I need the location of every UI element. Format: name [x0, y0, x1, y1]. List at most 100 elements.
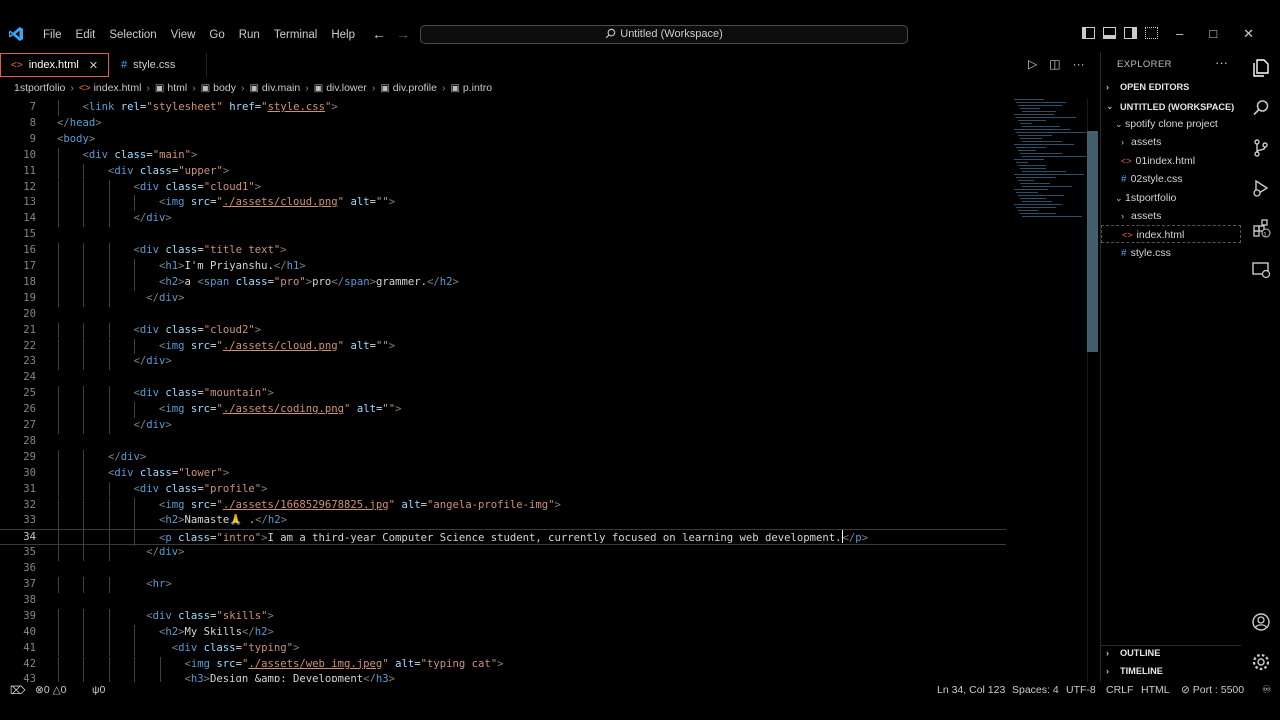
menu-run[interactable]: Run	[232, 27, 267, 43]
explorer-icon[interactable]	[1251, 58, 1271, 78]
run-icon[interactable]: ▷	[1028, 57, 1037, 71]
tree-item[interactable]: › assets	[1101, 207, 1241, 225]
code-line[interactable]: 32 <img src="./assets/1668529678825.jpg" …	[0, 497, 1010, 514]
menu-help[interactable]: Help	[324, 27, 362, 43]
code-line[interactable]: 22 <img src="./assets/cloud.png" alt="">	[0, 338, 1010, 355]
forward-arrow-icon[interactable]: →	[396, 26, 410, 42]
code-line[interactable]: 21 <div class="cloud2">	[0, 322, 1010, 339]
breadcrumb-item[interactable]: div.main	[262, 82, 300, 94]
code-line[interactable]: 29 </div>	[0, 449, 1010, 466]
indentation[interactable]: Spaces: 4	[1012, 684, 1059, 696]
code-line[interactable]: 17 <h1>I'm Priyanshu.</h1>	[0, 259, 1010, 275]
notifications-bell-icon[interactable]: ♾	[1262, 684, 1271, 696]
code-line[interactable]: 38	[0, 593, 1010, 609]
code-line[interactable]: 26 <img src="./assets/coding.png" alt="">	[0, 402, 1010, 418]
breadcrumb-item[interactable]: 1stportfolio	[14, 82, 65, 94]
customize-layout-icon[interactable]	[1145, 27, 1158, 39]
cursor-position[interactable]: Ln 34, Col 123	[937, 684, 1005, 696]
remote-indicator-icon[interactable]: ⌦	[10, 684, 26, 697]
tree-item[interactable]: #02style.css	[1101, 170, 1241, 188]
code-line[interactable]: 18 <h2>a <span class="pro">pro</span>gram…	[0, 274, 1010, 291]
code-line[interactable]: 36	[0, 561, 1010, 577]
toggle-panel-icon[interactable]	[1103, 27, 1116, 39]
code-line[interactable]: 11 <div class="upper">	[0, 163, 1010, 180]
remote-explorer-icon[interactable]	[1251, 260, 1271, 280]
live-server-port[interactable]: ⊘ Port : 5500	[1181, 684, 1244, 696]
code-line[interactable]: 19 </div>	[0, 290, 1010, 307]
code-line[interactable]: 7 <link rel="stylesheet" href="style.css"…	[0, 100, 1010, 116]
code-line[interactable]: 14 </div>	[0, 211, 1010, 228]
restore-icon[interactable]: □	[1209, 26, 1217, 42]
tree-item[interactable]: # style.css	[1101, 244, 1241, 262]
code-line[interactable]: 15	[0, 227, 1010, 243]
menu-file[interactable]: File	[36, 27, 69, 43]
toggle-secondary-sidebar-icon[interactable]	[1124, 27, 1137, 39]
code-line[interactable]: 12 <div class="cloud1">	[0, 179, 1010, 196]
scrollbar-thumb[interactable]	[1087, 131, 1098, 352]
tree-item[interactable]: ⌄ spotify clone project	[1101, 115, 1241, 133]
outline-section[interactable]: › OUTLINE	[1106, 648, 1160, 658]
code-line[interactable]: 24	[0, 370, 1010, 386]
tree-item[interactable]: ⌄ 1stportfolio	[1101, 189, 1241, 207]
code-line-current[interactable]: 34 <p class="intro">I am a third-year Com…	[0, 529, 1006, 547]
close-window-icon[interactable]: ✕	[1243, 26, 1254, 42]
language-mode[interactable]: HTML	[1141, 684, 1170, 696]
code-editor[interactable]: 7 <link rel="stylesheet" href="style.css"…	[0, 99, 1098, 682]
code-line[interactable]: 20	[0, 307, 1010, 323]
code-line[interactable]: 9 <body>	[0, 132, 1010, 148]
workspace-section[interactable]: ⌄ UNTITLED (WORKSPACE)	[1106, 101, 1234, 112]
tree-item[interactable]: <> 01index.html	[1101, 152, 1241, 170]
settings-gear-icon[interactable]	[1251, 652, 1271, 672]
command-center-search[interactable]: Untitled (Workspace)	[420, 25, 908, 44]
code-line[interactable]: 35 </div>	[0, 545, 1010, 562]
code-line[interactable]: 33 <h2>Namaste🙏 .</h2>	[0, 513, 1010, 530]
code-line[interactable]: 23 </div>	[0, 354, 1010, 371]
tab-style-css[interactable]: # style.css	[109, 53, 208, 77]
breadcrumb-item[interactable]: html	[167, 82, 187, 94]
breadcrumb-item[interactable]: body	[213, 82, 236, 94]
minimize-icon[interactable]: –	[1176, 26, 1183, 42]
code-line[interactable]: 10 <div class="main">	[0, 147, 1010, 164]
code-line[interactable]: 31 <div class="profile">	[0, 481, 1010, 498]
split-editor-icon[interactable]: ◫	[1049, 57, 1060, 71]
code-line[interactable]: 42 <img src="./assets/web img.jpeg" alt="…	[0, 656, 1010, 673]
problems-indicator[interactable]: ⊗0 △0	[35, 684, 67, 696]
code-line[interactable]: 27 </div>	[0, 418, 1010, 434]
breadcrumb-item[interactable]: index.html	[94, 82, 142, 94]
tree-item[interactable]: › assets	[1101, 133, 1241, 151]
breadcrumb-item[interactable]: p.intro	[463, 82, 492, 94]
search-icon[interactable]	[1251, 98, 1271, 118]
code-line[interactable]: 25 <div class="mountain">	[0, 386, 1010, 403]
minimap[interactable]	[1010, 99, 1088, 219]
encoding[interactable]: UTF-8	[1066, 684, 1096, 696]
timeline-section[interactable]: › TIMELINE	[1106, 666, 1163, 676]
tree-item[interactable]: <> index.html	[1101, 225, 1241, 244]
menu-selection[interactable]: Selection	[102, 27, 163, 43]
code-line[interactable]: 39 <div class="skills">	[0, 608, 1010, 625]
menu-go[interactable]: Go	[202, 27, 231, 43]
close-icon[interactable]: ✕	[89, 59, 98, 72]
end-of-line[interactable]: CRLF	[1106, 684, 1133, 696]
code-line[interactable]: 37 <hr>	[0, 577, 1010, 593]
code-line[interactable]: 30 <div class="lower">	[0, 465, 1010, 482]
breadcrumb-item[interactable]: div.profile	[393, 82, 437, 94]
back-arrow-icon[interactable]: ←	[372, 26, 386, 42]
run-debug-icon[interactable]	[1251, 178, 1271, 198]
more-actions-icon[interactable]: ···	[1073, 57, 1085, 71]
code-line[interactable]: 40 <h2>My Skills</h2>	[0, 624, 1010, 641]
extensions-icon[interactable]	[1251, 218, 1271, 238]
open-editors-section[interactable]: › OPEN EDITORS	[1106, 82, 1189, 92]
menu-edit[interactable]: Edit	[69, 27, 103, 43]
toggle-primary-sidebar-icon[interactable]	[1082, 27, 1095, 39]
account-icon[interactable]	[1251, 612, 1271, 632]
code-line[interactable]: 43 <h3>Design &amp; Development</h3>	[0, 672, 1010, 682]
menu-view[interactable]: View	[164, 27, 203, 43]
source-control-icon[interactable]	[1251, 138, 1271, 158]
code-line[interactable]: 8 </head>	[0, 116, 1010, 132]
code-line[interactable]: 16 <div class="title text">	[0, 243, 1010, 259]
more-actions-icon[interactable]: ···	[1215, 55, 1228, 70]
ports-indicator[interactable]: ψ0	[92, 684, 105, 696]
code-line[interactable]: 28	[0, 434, 1010, 450]
code-line[interactable]: 41 <div class="typing">	[0, 640, 1010, 657]
code-line[interactable]: 13 <img src="./assets/cloud.png" alt="">	[0, 195, 1010, 212]
